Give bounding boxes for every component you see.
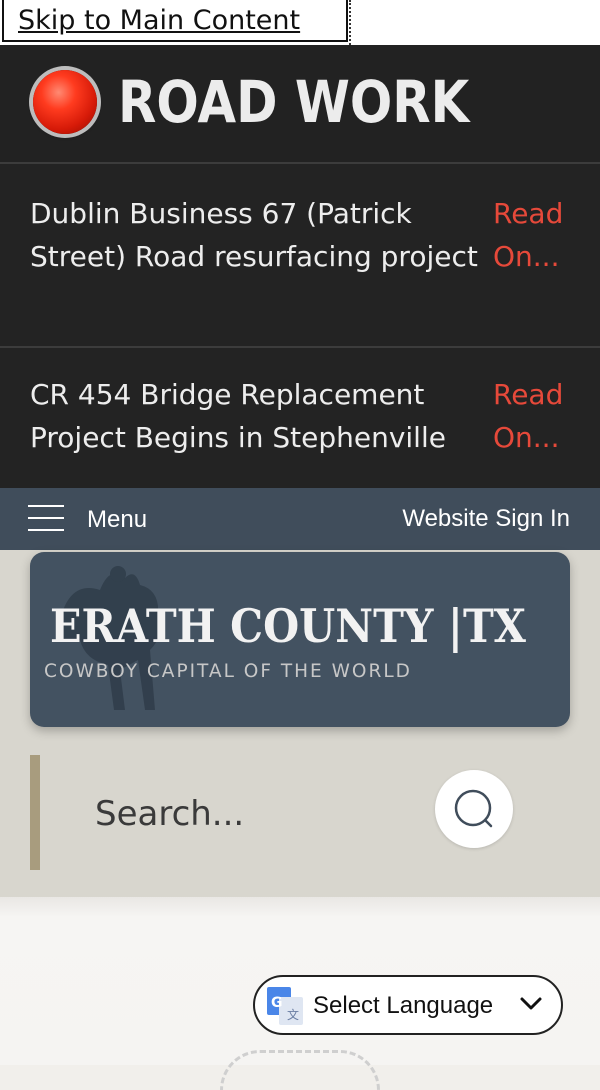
- menu-button[interactable]: Menu: [87, 504, 147, 536]
- focus-outline-marker: [349, 0, 351, 45]
- alert-item: CR 454 Bridge Replacement Project Begins…: [0, 346, 600, 488]
- county-seal-image: [220, 1050, 380, 1090]
- select-language-dropdown[interactable]: G 文 Select Language: [253, 975, 563, 1035]
- alert-item-text: CR 454 Bridge Replacement Project Begins…: [30, 378, 446, 454]
- alert-light-icon: [33, 70, 97, 134]
- search-button[interactable]: [435, 770, 513, 848]
- website-sign-in-link[interactable]: Website Sign In: [402, 503, 570, 535]
- chevron-down-icon: [520, 997, 542, 1010]
- alert-title: ROAD WORK: [118, 68, 470, 136]
- hamburger-menu-icon[interactable]: [28, 505, 64, 531]
- skip-link-bar: Skip to Main Content: [0, 0, 600, 45]
- read-on-link[interactable]: Read On...: [493, 373, 583, 459]
- skip-to-main-content-link[interactable]: Skip to Main Content: [2, 0, 348, 42]
- search-input[interactable]: [95, 785, 415, 843]
- logo-tagline: COWBOY CAPITAL OF THE WORLD: [44, 661, 412, 682]
- select-language-label: Select Language: [313, 992, 494, 1019]
- logo-title: ERATH COUNTY |TX: [50, 599, 526, 653]
- google-translate-icon: G 文: [267, 987, 303, 1025]
- read-on-link[interactable]: Read On...: [493, 192, 583, 278]
- county-logo[interactable]: ERATH COUNTY |TX COWBOY CAPITAL OF THE W…: [30, 552, 570, 727]
- svg-text:G: G: [271, 995, 283, 1011]
- alert-item: Dublin Business 67 (Patrick Street) Road…: [0, 162, 600, 346]
- alert-item-text: Dublin Business 67 (Patrick Street) Road…: [30, 197, 478, 273]
- search-icon: [454, 789, 493, 828]
- svg-text:文: 文: [287, 1007, 299, 1022]
- search-accent-bar: [30, 755, 40, 870]
